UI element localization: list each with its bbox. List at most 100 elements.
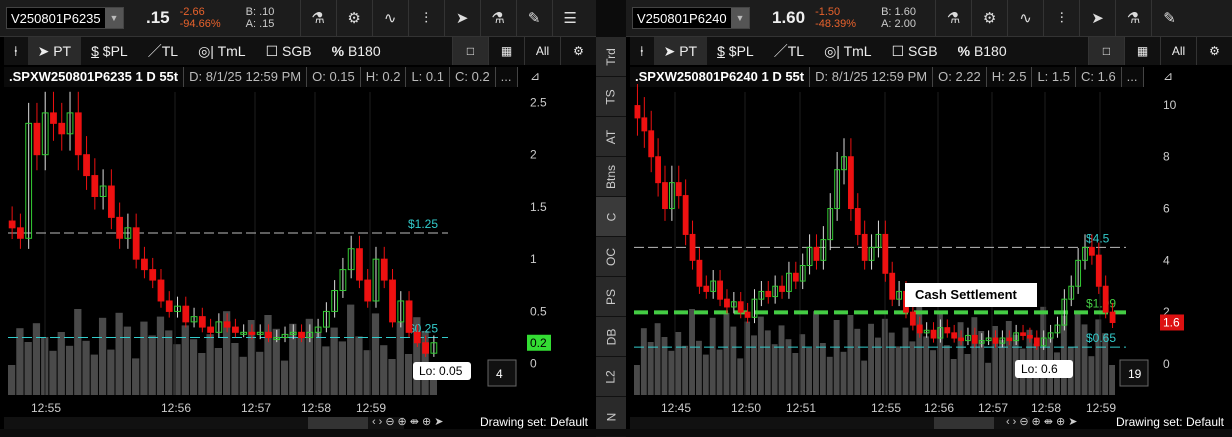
candle-body <box>182 305 190 323</box>
left-price-chart[interactable]: 12:55 12:56 12:57 12:58 12:59 2.5 2 1.5 1 0.5 0 $1.… <box>0 0 596 429</box>
left-chart-panel: V250801P6235 ▼ .15 -2.66 -94.66% B: .10 A: … <box>0 0 596 429</box>
volume-bar <box>640 328 647 395</box>
volume-bar <box>868 323 874 395</box>
volume-bar <box>380 345 388 395</box>
volume-bar <box>49 350 57 395</box>
volume-bar <box>895 346 902 395</box>
volume-bar <box>123 326 132 395</box>
drawing-set[interactable]: Drawing set: Default <box>480 415 588 429</box>
price-level-label: $0.65 <box>1086 331 1116 345</box>
candle-body <box>74 112 82 156</box>
side-tab-oc[interactable]: OC <box>596 237 626 277</box>
y-tick-label: 0.5 <box>530 304 547 318</box>
volume-bar <box>231 343 239 395</box>
volume-bar <box>156 316 165 395</box>
candle-body <box>958 337 964 342</box>
y-tick-label: 6 <box>1163 202 1170 216</box>
low-label: Lo: 0.05 <box>419 364 463 378</box>
candle-body <box>655 156 662 184</box>
y-tick-label: 1.5 <box>530 200 547 214</box>
volume-bar <box>140 321 148 395</box>
horizontal-scrollbar[interactable] <box>4 417 404 429</box>
last-price-label: 1.6 <box>1163 315 1180 329</box>
candle-body <box>854 208 861 235</box>
side-tab-label: Trd <box>604 47 618 66</box>
price-level-label: $4.5 <box>1086 231 1110 245</box>
volume-bar <box>634 365 640 395</box>
candle-body <box>1027 334 1033 339</box>
side-tab-l2[interactable]: L2 <box>596 357 626 397</box>
volume-bar <box>778 325 785 395</box>
candle-body <box>380 258 388 281</box>
candle-body <box>107 185 115 218</box>
volume-bar <box>792 353 799 395</box>
candle-body <box>792 272 799 282</box>
volume-bar <box>198 353 206 395</box>
volume-bar <box>256 351 264 395</box>
volume-bar <box>902 327 909 395</box>
volume-bar <box>90 354 98 395</box>
volume-bar <box>1074 310 1081 395</box>
volume-bar <box>957 322 964 395</box>
candle-body <box>889 272 896 300</box>
volume-bar <box>173 344 181 395</box>
candle-body <box>1020 332 1026 336</box>
x-tick-label: 12:58 <box>1031 401 1061 415</box>
candle-body <box>689 233 696 261</box>
volume-bar <box>396 322 404 395</box>
drawing-set[interactable]: Drawing set: Default <box>1116 415 1224 429</box>
volume-bar <box>347 304 355 395</box>
volume-bar <box>875 337 881 395</box>
candle-body <box>389 279 396 323</box>
x-tick-label: 12:56 <box>924 401 954 415</box>
bar-count: 19 <box>1128 367 1142 381</box>
candle-body <box>8 220 16 229</box>
volume-bar <box>132 358 140 395</box>
candle-body <box>356 248 363 281</box>
zoom-controls[interactable]: ‹›⊖⊕⇼⊕➤ <box>1006 415 1080 428</box>
candle-body <box>33 122 41 156</box>
scroll-thumb[interactable] <box>308 417 368 429</box>
volume-bar <box>1109 365 1115 395</box>
volume-bar <box>985 362 992 395</box>
side-tab-label: Btns <box>603 164 618 189</box>
candle-body <box>165 300 173 312</box>
y-tick-label: 0 <box>1163 357 1170 371</box>
candle-body <box>198 316 206 328</box>
volume-bar <box>909 341 916 395</box>
zoom-controls[interactable]: ‹›⊖⊕⇼⊕➤ <box>372 415 446 428</box>
candle-body <box>422 342 429 354</box>
candle-body <box>1033 337 1040 347</box>
candle-body <box>405 300 413 333</box>
horizontal-scrollbar[interactable] <box>630 417 1030 429</box>
side-tab-at[interactable]: AT <box>596 117 626 157</box>
side-tab-n[interactable]: N <box>596 397 626 437</box>
side-tab-label: N <box>603 412 618 421</box>
x-tick-label: 12:56 <box>161 401 191 415</box>
candle-body <box>265 331 272 339</box>
y-tick-label: 10 <box>1163 98 1177 112</box>
x-tick-label: 12:55 <box>31 401 61 415</box>
candle-body <box>648 130 655 158</box>
side-tab-c[interactable]: C <box>596 197 626 237</box>
volume-bar <box>1088 356 1095 395</box>
side-tab-ts[interactable]: TS <box>596 77 626 117</box>
scroll-thumb[interactable] <box>934 417 994 429</box>
side-tab-btns[interactable]: Btns <box>596 157 626 197</box>
volume-bar <box>165 330 173 395</box>
volume-bar <box>115 312 123 395</box>
side-tab-trd[interactable]: Trd <box>596 37 626 77</box>
volume-bar <box>813 311 819 395</box>
right-price-chart[interactable]: 12:45 12:50 12:51 12:55 12:56 12:57 12:58 12:59… <box>626 0 1232 429</box>
side-tab-db[interactable]: DB <box>596 317 626 357</box>
x-tick-label: 12:58 <box>301 401 331 415</box>
candle-body <box>847 156 854 210</box>
volume-bar <box>297 337 305 395</box>
volume-bar <box>682 345 689 395</box>
volume-bar <box>65 345 74 395</box>
side-tab-ps[interactable]: PS <box>596 277 626 317</box>
annotation-label: Cash Settlement <box>915 287 1018 302</box>
candle-body <box>149 269 157 281</box>
bar-count: 4 <box>496 367 503 381</box>
candle-body <box>132 227 140 260</box>
